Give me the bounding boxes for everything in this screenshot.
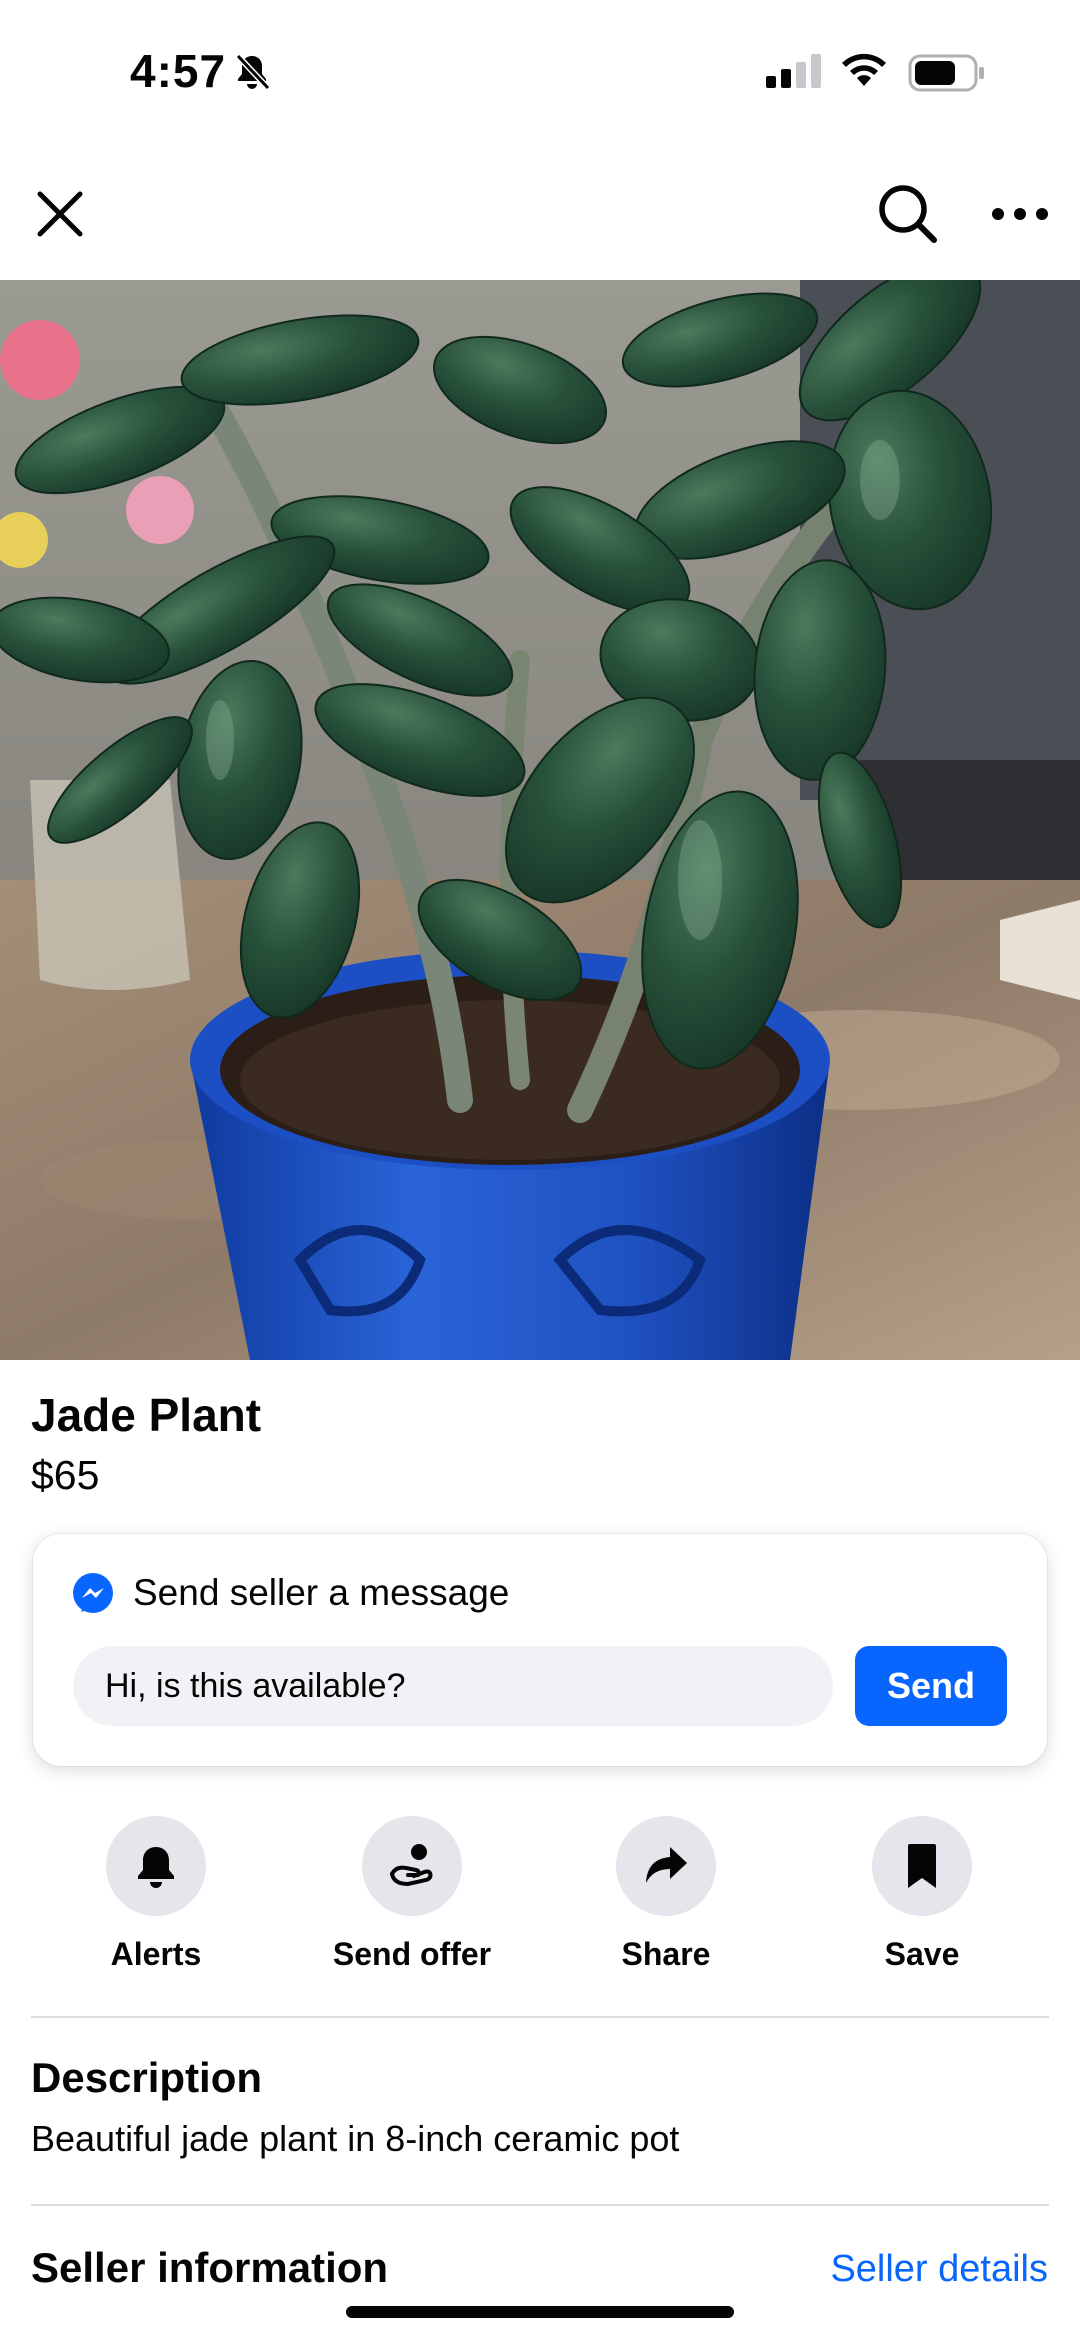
home-indicator[interactable] — [346, 2306, 734, 2318]
message-seller-card: Send seller a message Send — [33, 1534, 1047, 1766]
description-text: Beautiful jade plant in 8-inch ceramic p… — [31, 2118, 680, 2159]
status-time: 4:57 — [130, 45, 227, 97]
alerts-label: Alerts — [110, 1936, 202, 1972]
save-label: Save — [884, 1936, 960, 1972]
listing-price: $65 — [31, 1452, 100, 1498]
listing-photo[interactable] — [0, 280, 1080, 1360]
search-icon[interactable] — [876, 182, 940, 246]
bookmark-icon — [908, 1844, 936, 1888]
wifi-icon — [842, 53, 886, 86]
send-button[interactable]: Send — [855, 1646, 1007, 1726]
seller-details-link[interactable]: Seller details — [830, 2248, 1048, 2291]
status-bar: 4:57 — [0, 0, 1080, 140]
send-offer-button[interactable]: Send offer — [302, 1816, 522, 1973]
send-offer-icon-chip[interactable] — [362, 1816, 462, 1916]
send-offer-label: Send offer — [332, 1936, 492, 1972]
jade-plant-illustration — [0, 280, 1080, 1360]
message-card-heading: Send seller a message — [133, 1572, 510, 1613]
listing-title: Jade Plant — [31, 1389, 262, 1441]
bell-off-icon — [235, 53, 271, 91]
bell-icon — [138, 1847, 174, 1888]
save-button[interactable]: Save — [812, 1816, 1032, 1973]
message-input[interactable] — [73, 1646, 833, 1726]
divider — [31, 2204, 1049, 2206]
description-heading: Description — [31, 2054, 263, 2101]
alerts-button[interactable]: Alerts — [46, 1816, 266, 1973]
share-icon-chip[interactable] — [616, 1816, 716, 1916]
alerts-icon-chip[interactable] — [106, 1816, 206, 1916]
more-options-icon[interactable] — [990, 196, 1050, 232]
save-icon-chip[interactable] — [872, 1816, 972, 1916]
seller-info-heading: Seller information — [31, 2244, 389, 2291]
battery-icon — [908, 54, 984, 92]
offer-icon — [390, 1844, 433, 1887]
share-icon — [646, 1847, 687, 1883]
messenger-icon — [73, 1573, 113, 1613]
share-label: Share — [621, 1936, 711, 1972]
share-button[interactable]: Share — [556, 1816, 776, 1973]
divider — [31, 2016, 1049, 2018]
cellular-signal-icon — [766, 54, 821, 88]
close-icon[interactable] — [32, 186, 88, 242]
